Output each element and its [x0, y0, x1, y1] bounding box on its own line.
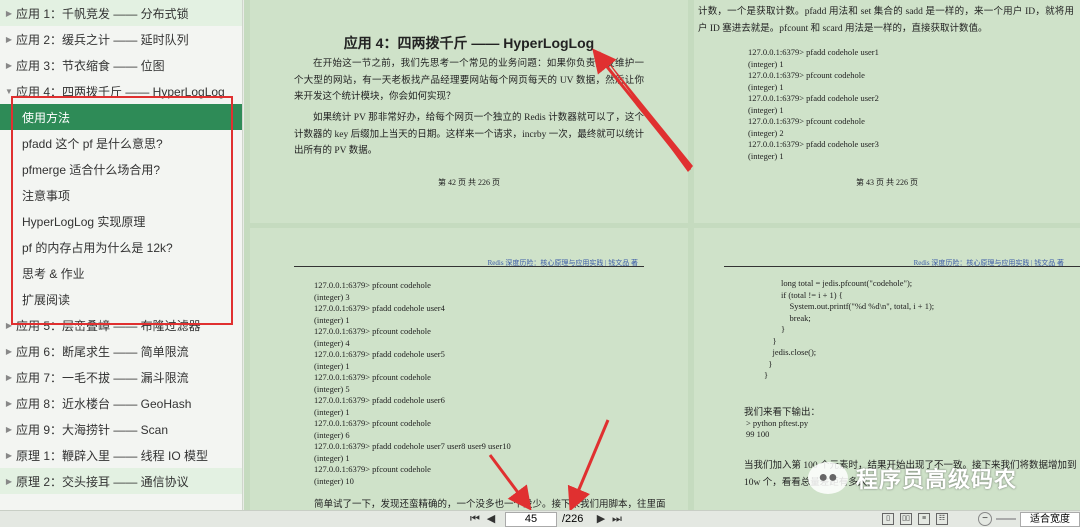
toc-subitem-active[interactable]: 使用方法: [0, 104, 242, 130]
chevron-right-icon[interactable]: ▶: [4, 451, 14, 460]
next-page-icon[interactable]: ▶: [594, 513, 608, 526]
first-page-icon[interactable]: ⏮: [468, 513, 482, 526]
toc-item[interactable]: ▶ 应用 2：缓兵之计 —— 延时队列: [0, 26, 242, 52]
toc-subitem[interactable]: 思考 & 作业: [0, 260, 242, 286]
toc-item[interactable]: ▼ 应用 4：四两拨千斤 —— HyperLogLog: [0, 78, 242, 104]
paragraph: 在开始这一节之前，我们先思考一个常见的业务问题：如果你负责开发维护一个大型的网站…: [294, 59, 644, 102]
toc-subitem[interactable]: pfmerge 适合什么场合用?: [0, 156, 242, 182]
chevron-right-icon[interactable]: ▶: [4, 425, 14, 434]
chevron-right-icon[interactable]: ▶: [4, 35, 14, 44]
toc-item-label: 原理 2：交头接耳 —— 通信协议: [16, 474, 189, 489]
code-block: long total = jedis.pfcount("codehole"); …: [764, 278, 935, 380]
paragraph: 计数，一个是获取计数。pfadd 用法和 set 集合的 sadd 是一样的，来…: [698, 7, 1074, 34]
toc-item-label: 应用 6：断尾求生 —— 简单限流: [16, 344, 189, 359]
wechat-icon: ●●: [808, 462, 848, 494]
code-output: > python pftest.py 99 100: [746, 418, 809, 439]
toc-item[interactable]: ▶ 原理 2：交头接耳 —— 通信协议: [0, 468, 242, 494]
code-block: 127.0.0.1:6379> pfcount codehole (intege…: [314, 280, 511, 486]
zoom-slider[interactable]: [996, 518, 1016, 520]
zoom-select[interactable]: 适合宽度: [1020, 512, 1080, 527]
chevron-down-icon[interactable]: ▼: [4, 87, 14, 96]
chevron-right-icon[interactable]: ▶: [4, 477, 14, 486]
toc-item-label: 应用 3：节衣缩食 —— 位图: [16, 58, 165, 73]
toc-item-label: 应用 1：千帆竞发 —— 分布式锁: [16, 6, 189, 21]
page-43: 计数，一个是获取计数。pfadd 用法和 set 集合的 sadd 是一样的，来…: [694, 0, 1080, 223]
page-42: 应用 4：四两拨千斤 —— HyperLogLog 在开始这一节之前，我们先思考…: [250, 0, 688, 223]
chevron-right-icon[interactable]: ▶: [4, 373, 14, 382]
toc-item[interactable]: ▶ 应用 5：层峦叠嶂 —— 布隆过滤器: [0, 312, 242, 338]
chevron-right-icon[interactable]: ▶: [4, 321, 14, 330]
toc-item[interactable]: ▶ 应用 7：一毛不拔 —— 漏斗限流: [0, 364, 242, 390]
chevron-right-icon[interactable]: ▶: [4, 399, 14, 408]
toc-item[interactable]: ▶ 应用 9：大海捞针 —— Scan: [0, 416, 242, 442]
toc-item[interactable]: ▶ 应用 6：断尾求生 —— 简单限流: [0, 338, 242, 364]
page-44: Redis 深度历险：核心原理与应用实践 | 钱文品 著 127.0.0.1:6…: [250, 228, 688, 510]
header-rule: [294, 266, 644, 267]
chevron-right-icon[interactable]: ▶: [4, 61, 14, 70]
watermark: ●● 程序员高级码农: [808, 462, 1017, 494]
document-view[interactable]: 应用 4：四两拨千斤 —— HyperLogLog 在开始这一节之前，我们先思考…: [244, 0, 1080, 510]
toc-item-label: 应用 9：大海捞针 —— Scan: [16, 422, 169, 437]
toc-sidebar: ▶ 应用 1：千帆竞发 —— 分布式锁 ▶ 应用 2：缓兵之计 —— 延时队列 ▶ 应用 …: [0, 0, 243, 510]
paragraph: 我们来看下输出：: [744, 408, 821, 418]
toc-item-label: 应用 7：一毛不拔 —— 漏斗限流: [16, 370, 189, 385]
page-footer: 第 43 页 共 226 页: [856, 178, 918, 187]
prev-page-icon[interactable]: ◀: [484, 513, 498, 526]
two-continuous-icon[interactable]: ☷: [936, 513, 948, 525]
code-block: 127.0.0.1:6379> pfadd codehole user1 (in…: [748, 47, 879, 161]
last-page-icon[interactable]: ⏭: [610, 513, 624, 526]
continuous-icon[interactable]: ≡: [918, 513, 930, 525]
paragraph: 如果统计 PV 那非常好办，给每个网页一个独立的 Redis 计数器就可以了，这…: [294, 113, 644, 156]
toc-subitem[interactable]: 扩展阅读: [0, 286, 242, 312]
toc-item-label: 应用 4：四两拨千斤 —— HyperLogLog: [16, 84, 225, 99]
toc-item[interactable]: ▶ 原理 1：鞭辟入里 —— 线程 IO 模型: [0, 442, 242, 468]
chevron-right-icon[interactable]: ▶: [4, 9, 14, 18]
page-footer: 第 42 页 共 226 页: [438, 178, 500, 187]
page-number-input[interactable]: 45: [505, 512, 557, 527]
toc-item-label: 应用 8：近水楼台 —— GeoHash: [16, 396, 192, 411]
header-rule: [724, 266, 1080, 267]
chapter-title: 应用 4：四两拨千斤 —— HyperLogLog: [343, 35, 595, 51]
chevron-right-icon[interactable]: ▶: [4, 347, 14, 356]
toc-item[interactable]: ▶ 应用 8：近水楼台 —— GeoHash: [0, 390, 242, 416]
toc-subitem[interactable]: pfadd 这个 pf 是什么意思?: [0, 130, 242, 156]
bottom-toolbar: ⏮ ◀ 45 /226 ▶ ⏭ ▯ ▯▯ ≡ ☷ − 适合宽度: [0, 510, 1080, 527]
zoom-out-icon[interactable]: −: [978, 512, 992, 526]
toc-subitem[interactable]: HyperLogLog 实现原理: [0, 208, 242, 234]
toc-item-label: 应用 5：层峦叠嶂 —— 布隆过滤器: [16, 318, 201, 333]
total-pages: /226: [562, 513, 584, 525]
toc-item-label: 应用 2：缓兵之计 —— 延时队列: [16, 32, 189, 47]
toc-subitem[interactable]: 注意事项: [0, 182, 242, 208]
paragraph: 简单试了一下，发现还蛮精确的，一个没多也一个没少。接下来我们用脚本，往里面: [314, 500, 666, 510]
single-page-icon[interactable]: ▯: [882, 513, 894, 525]
toc-subitem[interactable]: pf 的内存占用为什么是 12k?: [0, 234, 242, 260]
toc-item-label: 原理 1：鞭辟入里 —— 线程 IO 模型: [16, 448, 209, 463]
toc-item[interactable]: ▶ 应用 3：节衣缩食 —— 位图: [0, 52, 242, 78]
two-page-icon[interactable]: ▯▯: [900, 513, 912, 525]
toc-item[interactable]: ▶ 应用 1：千帆竞发 —— 分布式锁: [0, 0, 242, 26]
